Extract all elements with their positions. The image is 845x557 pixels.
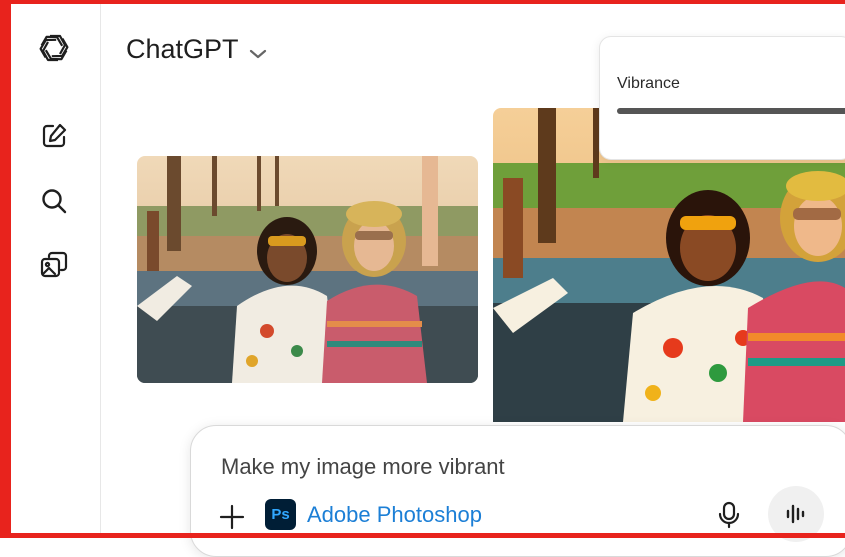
frame-top-border	[0, 0, 845, 4]
original-photo[interactable]	[137, 156, 478, 383]
openai-logo-icon[interactable]	[36, 30, 72, 66]
vibrance-label: Vibrance	[617, 75, 680, 92]
frame-bottom-border	[0, 533, 845, 538]
photoshop-logo-icon: Ps	[265, 499, 296, 530]
model-selector[interactable]: ChatGPT	[126, 32, 267, 67]
photoshop-app-label: Adobe Photoshop	[307, 501, 482, 527]
frame-left-border	[0, 0, 11, 538]
sidebar	[11, 4, 101, 533]
photoshop-app-chip[interactable]: Ps Adobe Photoshop	[265, 499, 482, 530]
library-images-icon[interactable]	[36, 247, 72, 283]
vibrance-slider-fill	[617, 108, 845, 114]
prompt-input[interactable]: Make my image more vibrant	[221, 454, 505, 480]
vibrance-slider[interactable]	[617, 108, 845, 114]
search-icon[interactable]	[36, 183, 72, 219]
add-attachment-button[interactable]	[217, 502, 247, 532]
new-chat-icon[interactable]	[36, 118, 72, 154]
microphone-button[interactable]	[713, 499, 745, 531]
vibrance-panel: Vibrance	[599, 36, 845, 160]
chevron-down-icon	[249, 36, 267, 67]
page-title: ChatGPT	[126, 34, 239, 64]
